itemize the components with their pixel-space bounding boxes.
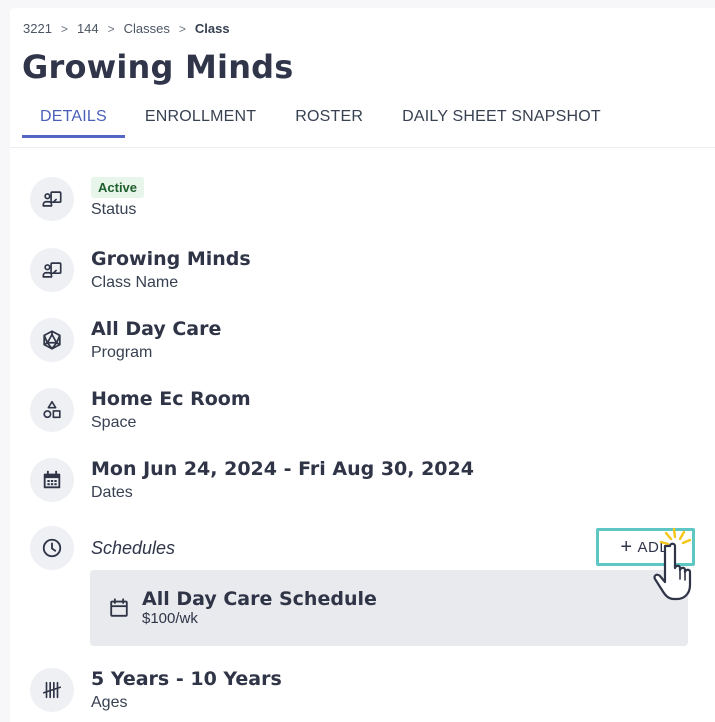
space-value: Home Ec Room (91, 388, 251, 410)
class-detail-panel: 3221 > 144 > Classes > Class Growing Min… (10, 8, 715, 722)
status-badge: Active (91, 177, 145, 198)
tab-bar: DETAILS ENROLLMENT ROSTER DAILY SHEET SN… (22, 104, 640, 138)
breadcrumb-current: Class (194, 21, 230, 36)
plus-icon: + (620, 536, 633, 558)
breadcrumb-separator: > (107, 21, 115, 36)
breadcrumb-item[interactable]: 144 (77, 21, 99, 36)
classroom-icon (30, 248, 74, 292)
breadcrumb-item[interactable]: Classes (124, 21, 170, 36)
add-schedule-label: ADD (637, 538, 671, 556)
breadcrumb: 3221 > 144 > Classes > Class (23, 21, 230, 36)
detail-row-ages: 5 Years - 10 Years Ages (30, 668, 282, 713)
breadcrumb-separator: > (178, 21, 186, 36)
schedule-price: $100/wk (142, 610, 198, 627)
breadcrumb-item[interactable]: 3221 (23, 21, 52, 36)
detail-row-status: Active Status (30, 177, 145, 221)
shapes-icon (30, 388, 74, 432)
add-schedule-button[interactable]: + ADD (596, 528, 695, 566)
detail-row-dates: Mon Jun 24, 2024 - Fri Aug 30, 2024 Date… (30, 458, 474, 503)
calendar-blank-icon (110, 598, 128, 617)
ages-label: Ages (91, 694, 128, 711)
breadcrumb-separator: > (60, 21, 68, 36)
dates-label: Dates (91, 484, 133, 501)
classroom-icon (30, 177, 74, 221)
tab-details[interactable]: DETAILS (22, 104, 125, 138)
schedule-card[interactable]: All Day Care Schedule $100/wk (90, 570, 688, 646)
program-value: All Day Care (91, 318, 222, 340)
polyhedron-icon (30, 318, 74, 362)
detail-row-program: All Day Care Program (30, 318, 221, 363)
clock-icon (30, 526, 74, 570)
page-title: Growing Minds (22, 48, 294, 86)
space-label: Space (91, 414, 137, 431)
detail-row-class-name: Growing Minds Class Name (30, 248, 251, 293)
status-label: Status (91, 201, 137, 218)
page-background: 3221 > 144 > Classes > Class Growing Min… (0, 0, 715, 722)
class-name-value: Growing Minds (91, 248, 251, 270)
tab-divider (10, 147, 715, 148)
calendar-icon (30, 458, 74, 502)
ages-value: 5 Years - 10 Years (91, 668, 282, 690)
tab-enrollment[interactable]: ENROLLMENT (145, 104, 256, 138)
program-label: Program (91, 344, 153, 361)
class-name-label: Class Name (91, 274, 179, 291)
tab-daily-sheet-snapshot[interactable]: DAILY SHEET SNAPSHOT (402, 104, 601, 138)
schedule-name: All Day Care Schedule (142, 588, 377, 610)
schedules-heading: Schedules (91, 538, 176, 558)
detail-row-space: Home Ec Room Space (30, 388, 251, 433)
dates-value: Mon Jun 24, 2024 - Fri Aug 30, 2024 (91, 458, 474, 480)
tally-icon (30, 668, 74, 712)
tab-roster[interactable]: ROSTER (295, 104, 363, 138)
detail-row-schedules: Schedules (30, 526, 175, 570)
